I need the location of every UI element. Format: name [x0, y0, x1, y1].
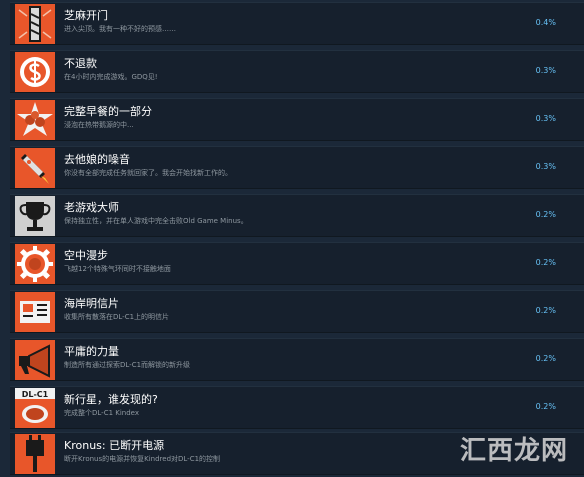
achievement-title: Kronus: 已断开电源 [64, 439, 165, 452]
achievement-percent: 0.2% [535, 402, 556, 411]
achievement-title: 老游戏大师 [64, 201, 119, 214]
rocket-icon [15, 148, 55, 188]
megaphone-icon [15, 340, 55, 380]
watermark: 汇西龙网 [459, 436, 568, 466]
achievement-percent: 0.2% [535, 210, 556, 219]
achievement-description: 进入尖顶。我有一种不好的预感…… [64, 25, 176, 33]
achievement-percent: 0.4% [535, 18, 556, 27]
achievement-row[interactable]: 空中漫步 飞越12个特殊气环同时不接触地面 0.2% [10, 242, 584, 285]
achievement-description: 收集所有散落在DL-C1上的明信片 [64, 313, 170, 321]
planet-icon: DL-C1 [15, 388, 55, 428]
achievement-title: 去他娘的噪音 [64, 153, 130, 166]
trophy-icon [15, 196, 55, 236]
achievement-title: 新行星，谁发现的? [64, 393, 158, 406]
achievement-description: 你没有全部完成任务就回家了。我会开始找新工作的。 [64, 169, 232, 177]
achievement-row[interactable]: 老游戏大师 保持独立性，并在单人游戏中完全击败Old Game Minus。 0… [10, 194, 584, 237]
achievement-percent: 0.2% [535, 258, 556, 267]
achievement-description: 断开Kronus的电源并恢复Kindred对DL-C1的控制 [64, 455, 221, 463]
achievement-title: 不退款 [64, 57, 97, 70]
pillar-icon [15, 4, 55, 44]
achievement-title: 平庸的力量 [64, 345, 119, 358]
postcard-icon [15, 292, 55, 332]
achievement-description: 制造所有通过探索DL-C1而解锁的新升级 [64, 361, 191, 369]
achievement-description: 在4小时内完成游戏。GDQ见! [64, 73, 158, 81]
achievement-percent: 0.2% [535, 306, 556, 315]
achievement-row[interactable]: 芝麻开门 进入尖顶。我有一种不好的预感…… 0.4% [10, 2, 584, 45]
achievement-percent: 0.3% [535, 162, 556, 171]
achievement-row[interactable]: 不退款 在4小时内完成游戏。GDQ见! 0.3% [10, 50, 584, 93]
achievement-percent: 0.2% [535, 354, 556, 363]
achievement-row[interactable]: 去他娘的噪音 你没有全部完成任务就回家了。我会开始找新工作的。 0.3% [10, 146, 584, 189]
achievement-row[interactable]: 海岸明信片 收集所有散落在DL-C1上的明信片 0.2% [10, 290, 584, 333]
achievement-description: 保持独立性，并在单人游戏中完全击败Old Game Minus。 [64, 217, 248, 225]
achievement-row[interactable]: 完整早餐的一部分 浸泡在热带鹅源的中... 0.3% [10, 98, 584, 141]
achievement-title: 海岸明信片 [64, 297, 119, 310]
achievement-description: 飞越12个特殊气环同时不接触地面 [64, 265, 171, 273]
achievement-title: 完整早餐的一部分 [64, 105, 152, 118]
breakfast-icon [15, 100, 55, 140]
achievement-title: 空中漫步 [64, 249, 108, 262]
achievement-description: 完成整个DL-C1 Kindex [64, 409, 140, 417]
dollar-icon [15, 52, 55, 92]
achievement-title: 芝麻开门 [64, 9, 108, 22]
achievement-row[interactable]: 平庸的力量 制造所有通过探索DL-C1而解锁的新升级 0.2% [10, 338, 584, 381]
achievement-percent: 0.3% [535, 114, 556, 123]
achievement-description: 浸泡在热带鹅源的中... [64, 121, 134, 129]
gear-icon [15, 244, 55, 284]
achievement-row[interactable]: DL-C1 新行星，谁发现的? 完成整个DL-C1 Kindex 0.2% [10, 386, 584, 429]
plug-icon [15, 434, 55, 474]
planet-icon-text: DL-C1 [22, 390, 49, 399]
achievement-percent: 0.3% [535, 66, 556, 75]
